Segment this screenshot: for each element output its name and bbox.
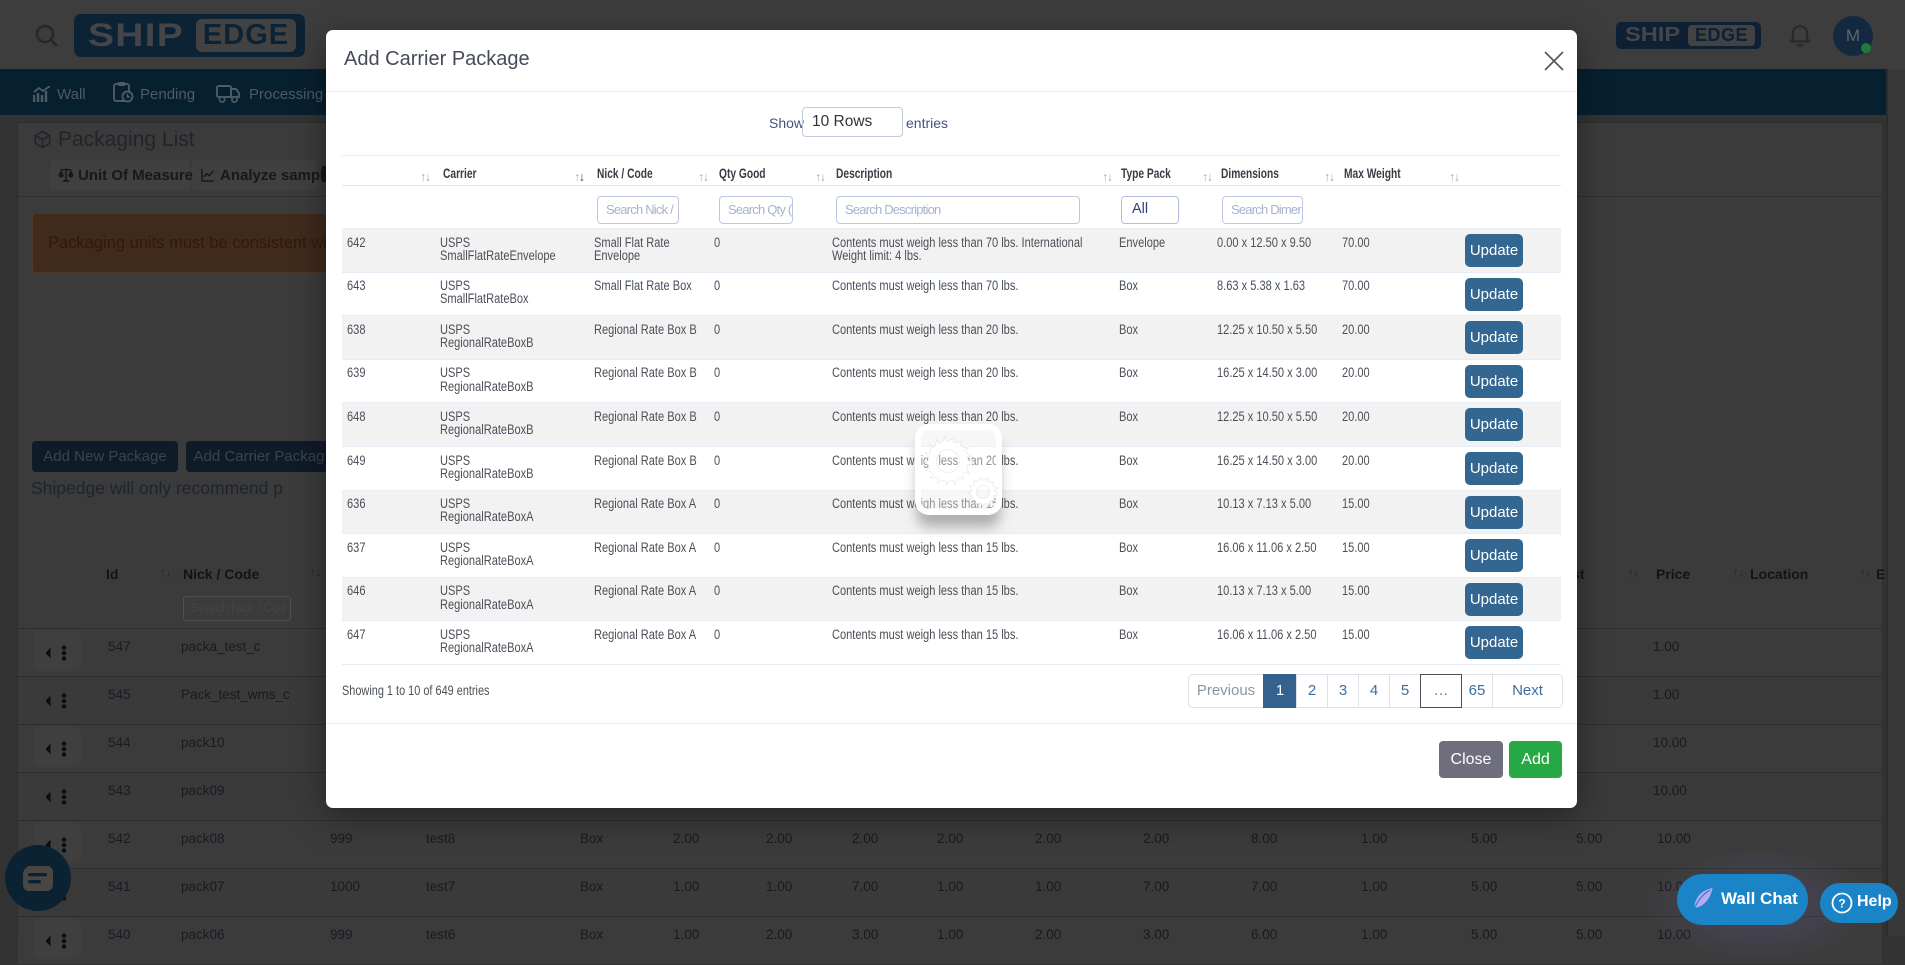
svg-text:?: ? — [1838, 897, 1845, 911]
